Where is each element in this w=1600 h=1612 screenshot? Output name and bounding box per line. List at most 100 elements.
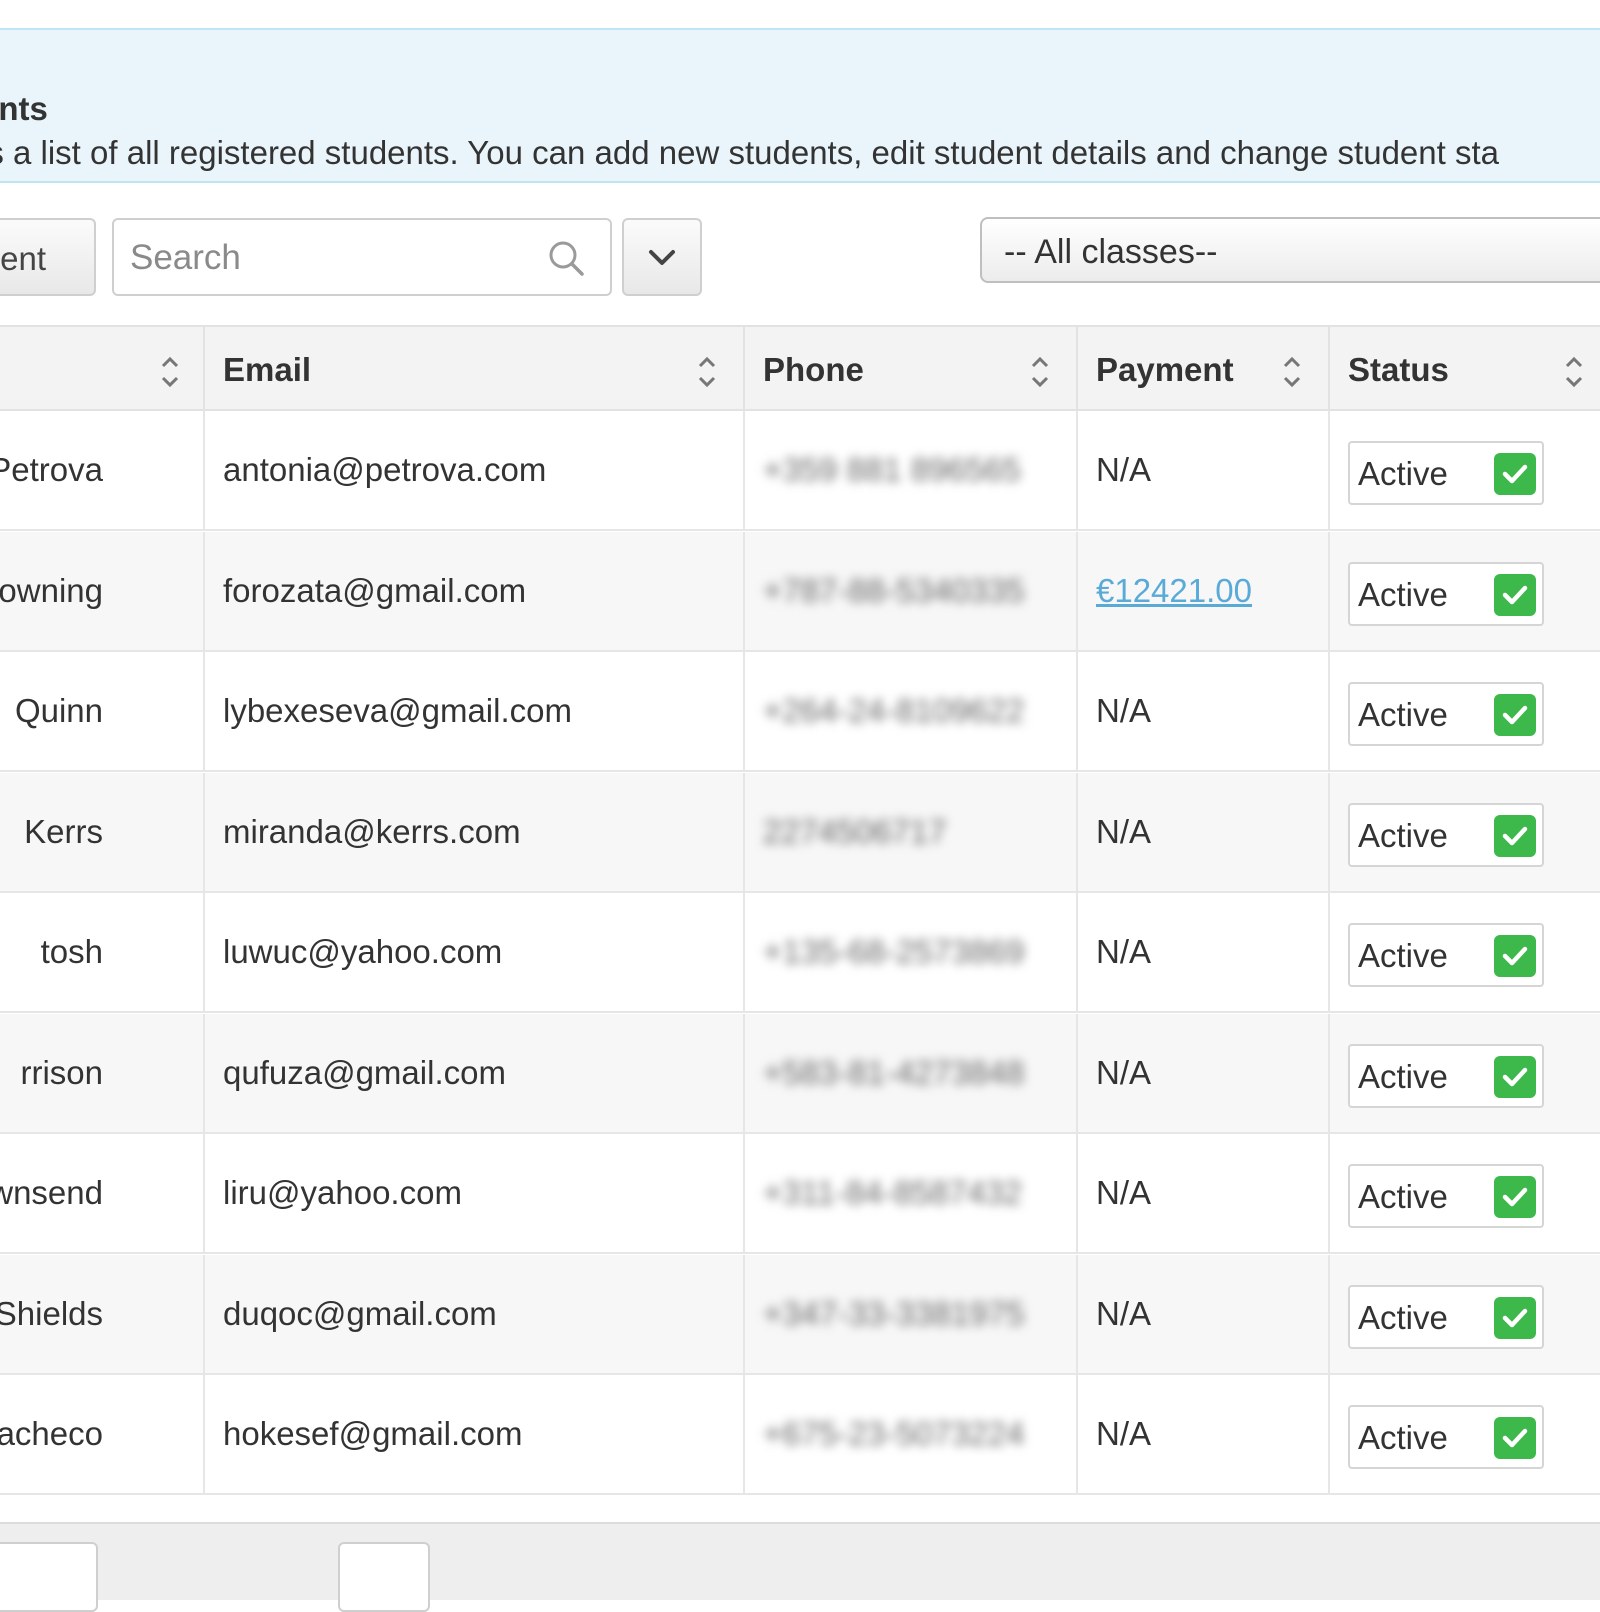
check-icon[interactable]: [1494, 1055, 1536, 1098]
check-icon[interactable]: [1494, 935, 1536, 977]
status-label: Active: [1358, 1178, 1448, 1215]
phone-cell: +264-24-8109622: [745, 652, 1078, 770]
name-cell: tosh: [0, 893, 205, 1011]
status-label: Active: [1358, 1057, 1448, 1095]
table-row[interactable]: owning forozata@gmail.com +787-88-5340335 €…: [0, 531, 1600, 652]
page-number-input[interactable]: [338, 1542, 430, 1612]
name-cell: Shields: [0, 1254, 205, 1373]
table-row[interactable]: Shields duqoc@gmail.com +347-33-3381975 N/A…: [0, 1254, 1600, 1375]
table-row[interactable]: Petrova antonia@petrova.com +359 881 89656…: [0, 411, 1600, 531]
table-row[interactable]: Pacheco hokesef@gmail.com +675-23-5073224 N…: [0, 1375, 1600, 1495]
search-field[interactable]: [112, 218, 612, 296]
name-cell: Kerrs: [0, 772, 205, 891]
page-size-select[interactable]: [0, 1542, 98, 1612]
phone-cell: +359 881 896565: [745, 411, 1078, 529]
status-toggle[interactable]: Active: [1348, 1284, 1544, 1349]
status-toggle[interactable]: Active: [1348, 802, 1544, 867]
student-name: owning: [0, 571, 103, 609]
student-name: Pacheco: [0, 1415, 103, 1452]
name-cell: rrison: [0, 1013, 205, 1132]
name-cell: Quinn: [0, 652, 205, 770]
student-name: Petrova: [0, 451, 103, 488]
column-header-email[interactable]: Email: [205, 327, 745, 409]
payment-cell: N/A: [1078, 1134, 1330, 1252]
add-student-label: ent: [0, 240, 46, 277]
column-header-payment[interactable]: Payment: [1078, 327, 1330, 409]
status-cell: Active: [1330, 652, 1600, 770]
sort-icon: [1565, 356, 1583, 388]
phone-cell: +675-23-5073224: [745, 1375, 1078, 1493]
payment-value: N/A: [1096, 692, 1152, 729]
phone-cell: +583-81-4273848: [745, 1013, 1078, 1132]
status-label: Active: [1358, 937, 1448, 974]
status-label: Active: [1358, 455, 1448, 492]
student-phone: +675-23-5073224: [763, 1415, 1025, 1452]
column-header-name[interactable]: [0, 327, 205, 409]
student-email: hokesef@gmail.com: [223, 1415, 523, 1452]
class-filter-value: -- All classes--: [1004, 233, 1218, 271]
status-cell: Active: [1330, 532, 1600, 650]
payment-cell: N/A: [1078, 411, 1330, 529]
status-toggle[interactable]: Active: [1348, 1164, 1544, 1228]
student-email: miranda@kerrs.com: [223, 812, 521, 850]
class-filter-select[interactable]: -- All classes--: [980, 217, 1600, 283]
check-icon[interactable]: [1494, 1296, 1536, 1339]
status-cell: Active: [1330, 773, 1600, 891]
email-cell: forozata@gmail.com: [205, 531, 745, 650]
status-toggle[interactable]: Active: [1348, 923, 1544, 987]
status-toggle[interactable]: Active: [1348, 1043, 1544, 1108]
status-cell: Active: [1330, 1134, 1600, 1252]
student-name: ownsend: [0, 1174, 103, 1211]
table-row[interactable]: Quinn lybexeseva@gmail.com +264-24-8109622…: [0, 652, 1600, 772]
student-phone: +264-24-8109622: [763, 692, 1025, 729]
add-student-button[interactable]: ent: [0, 218, 96, 296]
check-icon[interactable]: [1494, 694, 1536, 736]
payment-value: N/A: [1096, 1294, 1152, 1332]
name-cell: owning: [0, 531, 205, 650]
payment-cell: N/A: [1078, 893, 1330, 1011]
student-phone: +787-88-5340335: [763, 571, 1025, 609]
email-cell: miranda@kerrs.com: [205, 772, 745, 891]
status-toggle[interactable]: Active: [1348, 561, 1544, 626]
email-cell: duqoc@gmail.com: [205, 1254, 745, 1373]
check-icon[interactable]: [1494, 1176, 1536, 1218]
check-icon[interactable]: [1494, 573, 1536, 616]
payment-link[interactable]: €12421.00: [1096, 572, 1252, 610]
search-input[interactable]: [128, 232, 532, 284]
check-icon[interactable]: [1494, 814, 1536, 857]
email-cell: liru@yahoo.com: [205, 1134, 745, 1252]
table-row[interactable]: ownsend liru@yahoo.com +311-84-8587432 N/A A…: [0, 1134, 1600, 1254]
phone-cell: +135-68-2573869: [745, 893, 1078, 1011]
payment-cell: N/A: [1078, 1254, 1330, 1373]
column-header-status[interactable]: Status: [1330, 327, 1600, 409]
payment-cell: N/A: [1078, 772, 1330, 891]
phone-cell: +311-84-8587432: [745, 1134, 1078, 1252]
check-icon[interactable]: [1494, 1417, 1536, 1459]
sort-icon: [161, 356, 179, 388]
payment-value: N/A: [1096, 812, 1152, 850]
chevron-down-icon: [649, 250, 675, 265]
student-name: rrison: [20, 1053, 103, 1091]
table-row[interactable]: tosh luwuc@yahoo.com +135-68-2573869 N/A Act…: [0, 893, 1600, 1013]
student-phone: +347-33-3381975: [763, 1294, 1025, 1332]
student-phone: 2274506717: [763, 812, 947, 850]
check-icon[interactable]: [1494, 453, 1536, 495]
student-email: liru@yahoo.com: [223, 1174, 462, 1211]
sort-icon: [1031, 356, 1049, 388]
status-toggle[interactable]: Active: [1348, 682, 1544, 746]
table-row[interactable]: rrison qufuza@gmail.com +583-81-4273848 N/A…: [0, 1013, 1600, 1134]
sort-icon: [1283, 356, 1301, 388]
search-options-button[interactable]: [622, 218, 702, 296]
student-email: antonia@petrova.com: [223, 451, 547, 488]
column-header-phone[interactable]: Phone: [745, 327, 1078, 409]
status-toggle[interactable]: Active: [1348, 441, 1544, 505]
search-icon[interactable]: [546, 238, 586, 278]
table-row[interactable]: Kerrs miranda@kerrs.com 2274506717 N/A Activ…: [0, 772, 1600, 893]
email-cell: qufuza@gmail.com: [205, 1013, 745, 1132]
payment-value: N/A: [1096, 1053, 1152, 1091]
payment-value: N/A: [1096, 933, 1152, 970]
email-cell: hokesef@gmail.com: [205, 1375, 745, 1493]
status-toggle[interactable]: Active: [1348, 1405, 1544, 1469]
payment-cell: €12421.00: [1078, 531, 1330, 650]
status-cell: Active: [1330, 1255, 1600, 1373]
